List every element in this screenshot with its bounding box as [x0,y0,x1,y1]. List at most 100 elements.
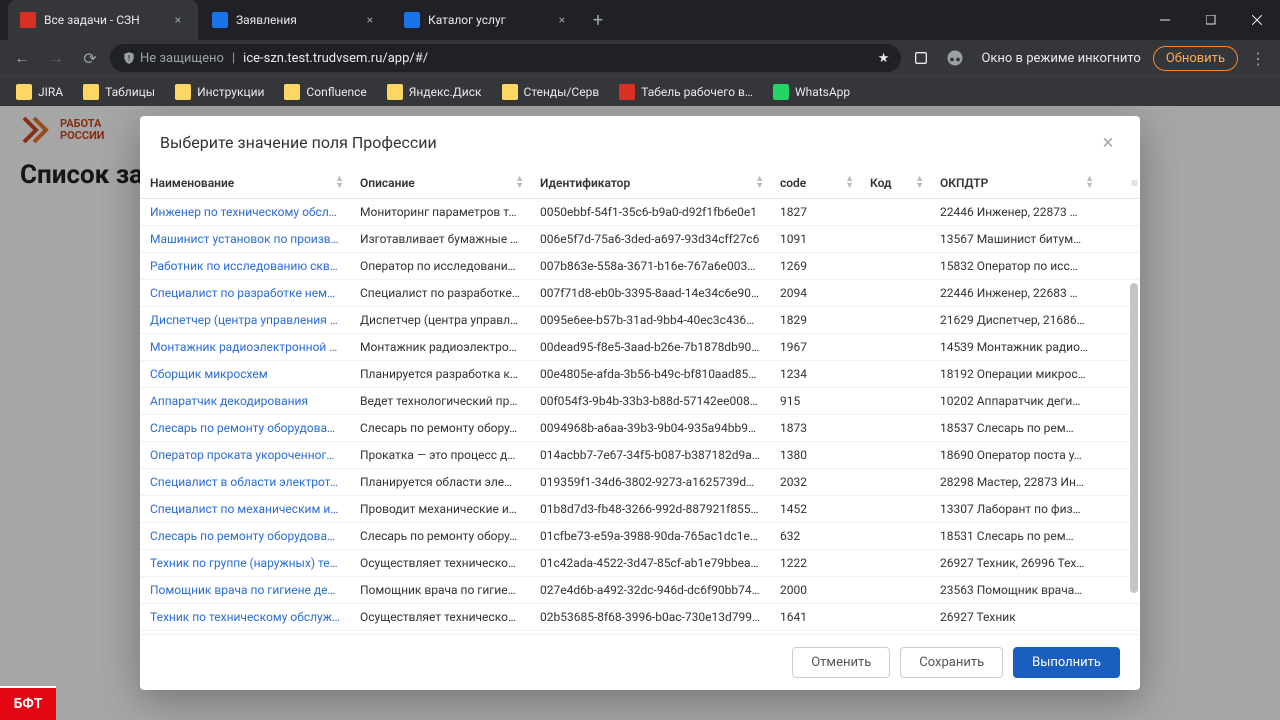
cell-name[interactable]: Работник по исследованию скважин [140,253,350,280]
table-row[interactable]: Монтажник радиоэлектронной апп…Монтажник… [140,334,1140,361]
col-name[interactable]: Наименование▲▼ [140,168,350,199]
cell-name[interactable]: Специалист по разработке немета… [140,280,350,307]
cell-code: 1873 [770,415,860,442]
cell-name[interactable]: Оператор проката укороченного стана [140,442,350,469]
cell-okpdtr: 21629 Диспетчер, 21686… [930,307,1100,334]
close-icon[interactable]: × [170,12,186,28]
col-desc[interactable]: Описание▲▼ [350,168,530,199]
cancel-button[interactable]: Отменить [792,647,890,678]
table-row[interactable]: Аппаратчик декодированияВедет технологич… [140,388,1140,415]
col-code[interactable]: code▲▼ [770,168,860,199]
cell-kod [860,226,930,253]
cell-kod [860,469,930,496]
table-row[interactable]: Специалист по разработке немета…Специали… [140,280,1140,307]
modal-title: Выберите значение поля Профессии [160,133,437,152]
cell-name[interactable]: Слесарь по ремонту оборудования… [140,415,350,442]
bookmark-confluence[interactable]: Confluence [276,80,374,104]
omnibox[interactable]: Не защищено | ice-szn.test.trudvsem.ru/a… [110,44,901,72]
cell-name[interactable]: Машинист установок по производс… [140,226,350,253]
cell-name[interactable]: Слесарь по ремонту оборудования… [140,523,350,550]
col-id[interactable]: Идентификатор▲▼ [530,168,770,199]
bookmark-tables[interactable]: Таблицы [75,80,163,104]
maximize-button[interactable] [1188,0,1234,40]
cell-code: 2094 [770,280,860,307]
close-icon[interactable]: × [362,12,378,28]
reload-button[interactable]: ⟳ [76,44,104,72]
modal-close-button[interactable]: × [1096,130,1120,154]
profession-table: Наименование▲▼ Описание▲▼ Идентификатор▲… [140,168,1140,634]
table-header-row: Наименование▲▼ Описание▲▼ Идентификатор▲… [140,168,1140,199]
cell-okpdtr: 18537 Слесарь по рем… [930,415,1100,442]
update-button[interactable]: Обновить [1153,46,1238,71]
table-row[interactable]: Специалист в области электротехн…Планиру… [140,469,1140,496]
table-row[interactable]: Специалист по механическим испы…Проводит… [140,496,1140,523]
browser-titlebar: Все задачи - СЗН × Заявления × Каталог у… [0,0,1280,40]
table-row[interactable]: Помощник врача по гигиене детейПомощник … [140,577,1140,604]
tab-3[interactable]: Каталог услуг × [392,0,582,40]
col-kod[interactable]: Код▲▼ [860,168,930,199]
cell-name[interactable]: Специалист в области электротехн… [140,469,350,496]
bookmark-whatsapp[interactable]: WhatsApp [765,80,858,104]
cell-kod [860,280,930,307]
tab-strip: Все задачи - СЗН × Заявления × Каталог у… [0,0,1142,40]
cell-kod [860,577,930,604]
cell-name[interactable]: Специалист по механическим испы… [140,496,350,523]
cell-desc: Слесарь по ремонту обору… [350,523,530,550]
table-row[interactable]: Слесарь по ремонту оборудования…Слесарь … [140,415,1140,442]
close-icon[interactable]: × [554,12,570,28]
tab-2[interactable]: Заявления × [200,0,390,40]
bookmark-instructions[interactable]: Инструкции [167,80,272,104]
table-row[interactable]: Оператор проката укороченного станаПрока… [140,442,1140,469]
cell-code: 1234 [770,361,860,388]
table-scrollbar[interactable] [1130,228,1138,624]
cell-name[interactable]: Помощник врача по гигиене детей [140,577,350,604]
cell-name[interactable]: Монтажник радиоэлектронной апп… [140,334,350,361]
table-row[interactable]: Работник по исследованию скважинОператор… [140,253,1140,280]
menu-icon[interactable]: ⋮ [1244,44,1272,72]
cell-code: 2032 [770,469,860,496]
cell-desc: Осуществляет техническо… [350,550,530,577]
table-row[interactable]: Машинист установок по производс…Изготавл… [140,226,1140,253]
bookmark-jira[interactable]: JIRA [8,80,71,104]
execute-button[interactable]: Выполнить [1013,647,1120,678]
cell-name[interactable]: Сборщик изделий мебели из дерев… [140,631,350,635]
table-row[interactable]: Слесарь по ремонту оборудования…Слесарь … [140,523,1140,550]
col-okpdtr[interactable]: ОКПДТР▲▼ [930,168,1100,199]
save-button[interactable]: Сохранить [900,647,1003,678]
cell-kod [860,631,930,635]
col-menu[interactable]: ≡ [1100,168,1140,199]
cell-name[interactable]: Сборщик микросхем [140,361,350,388]
table-row[interactable]: Сборщик изделий мебели из дерев…Сборщик … [140,631,1140,635]
back-button[interactable]: ← [8,44,36,72]
cell-okpdtr: 26927 Техник [930,604,1100,631]
bookmark-stands[interactable]: Стенды/Серв [494,80,608,104]
cell-desc: Ведет технологический пр… [350,388,530,415]
close-window-button[interactable] [1234,0,1280,40]
forward-button[interactable]: → [42,44,70,72]
star-icon[interactable]: ★ [878,51,890,66]
cell-name[interactable]: Инженер по техническому обслужи… [140,199,350,226]
cell-name[interactable]: Техник по группе (наружных) техн… [140,550,350,577]
table-row[interactable]: Техник по группе (наружных) техн…Осущест… [140,550,1140,577]
new-tab-button[interactable]: + [584,0,612,40]
tab-1[interactable]: Все задачи - СЗН × [8,0,198,40]
cell-name[interactable]: Техник по техническому обслужива… [140,604,350,631]
cell-name[interactable]: Диспетчер (центра управления сет… [140,307,350,334]
cell-desc: Специалист по разработке… [350,280,530,307]
bookmark-yandex[interactable]: Яндекс.Диск [379,80,490,104]
bookmark-timesheet[interactable]: Табель рабочего в… [611,80,761,104]
cell-okpdtr: 28298 Мастер, 22873 Ин… [930,469,1100,496]
table-row[interactable]: Инженер по техническому обслужи…Монитори… [140,199,1140,226]
incognito-label: Окно в режиме инкогнито [975,51,1146,66]
extensions-icon[interactable] [907,44,935,72]
cell-name[interactable]: Аппаратчик декодирования [140,388,350,415]
cell-okpdtr: 14539 Монтажник радио… [930,334,1100,361]
cell-okpdtr: 18531 Слесарь по рем… [930,523,1100,550]
tab-favicon [20,12,36,28]
table-row[interactable]: Диспетчер (центра управления сет…Диспетч… [140,307,1140,334]
table-row[interactable]: Сборщик микросхемПланируется разработка … [140,361,1140,388]
table-row[interactable]: Техник по техническому обслужива…Осущест… [140,604,1140,631]
cell-code: 1269 [770,253,860,280]
cell-kod [860,334,930,361]
minimize-button[interactable] [1142,0,1188,40]
